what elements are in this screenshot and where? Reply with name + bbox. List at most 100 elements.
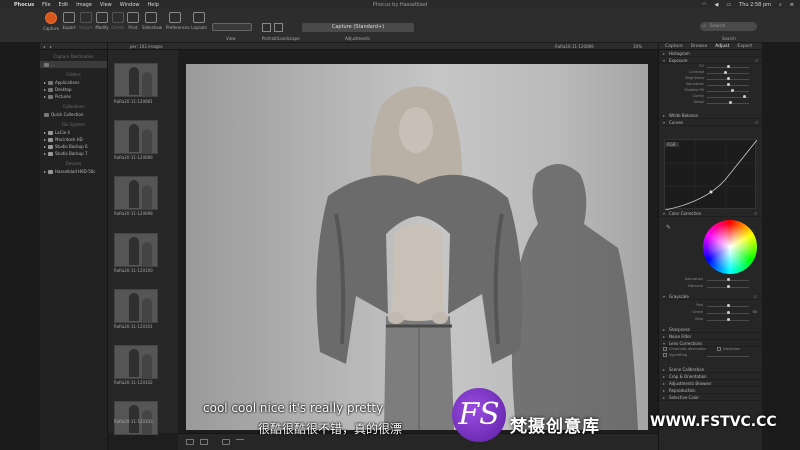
checkbox-icon[interactable]	[717, 347, 721, 351]
curves-graph[interactable]	[664, 139, 758, 211]
slider-knob[interactable]	[726, 83, 730, 86]
tool-white-balance[interactable]: ▸ White Balance	[659, 112, 762, 119]
thumbnail[interactable]	[114, 401, 158, 435]
capture-button[interactable]: Capture	[42, 12, 60, 31]
adjustments-select[interactable]: Capture (Standard+)	[302, 23, 414, 32]
main-photo[interactable]	[186, 64, 648, 430]
disclosure-triangle-icon[interactable]: ▸	[663, 51, 667, 56]
disclosure-triangle-icon[interactable]: ▸	[663, 367, 667, 372]
control-center-icon[interactable]: ≡	[790, 2, 794, 8]
layouts-button[interactable]: Layouts	[190, 12, 208, 30]
capture-destination-item[interactable]: ...	[40, 61, 107, 68]
thumbnail[interactable]	[114, 345, 158, 379]
tab-browse[interactable]: Browse	[691, 44, 707, 49]
tab-capture[interactable]: Capture	[665, 44, 683, 49]
straighten-tool-icon[interactable]	[236, 439, 244, 445]
tool-histogram[interactable]: ▸ Histogram	[659, 50, 762, 57]
print-button[interactable]: Print	[124, 12, 142, 30]
slider-knob[interactable]	[727, 285, 730, 288]
disclosure-triangle-icon[interactable]: ▸	[44, 130, 46, 135]
slider-knob[interactable]	[727, 318, 730, 321]
slider-knob[interactable]	[726, 65, 730, 68]
tool-color-correction[interactable]: ▾ Color Correction ↺	[659, 210, 761, 217]
tool-sharpness[interactable]: ▸ Sharpness	[659, 326, 761, 333]
view-switcher[interactable]	[212, 23, 252, 31]
crop-tool-icon[interactable]	[222, 439, 230, 445]
lens-option-vignetting[interactable]: Vignetting	[659, 353, 761, 359]
spotlight-icon[interactable]: ⌕	[779, 2, 782, 8]
reset-icon[interactable]: ↺	[754, 211, 757, 216]
curves-channel-select[interactable]: RGB	[664, 142, 679, 147]
disclosure-triangle-icon[interactable]: ▸	[663, 113, 667, 118]
preferences-button[interactable]: Preferences	[166, 12, 190, 30]
disclosure-triangle-icon[interactable]: ▸	[44, 144, 46, 149]
thumbnail[interactable]	[114, 233, 158, 267]
folder-item-desktop[interactable]: ▸ Desktop	[40, 86, 107, 93]
disclosure-triangle-icon[interactable]: ▾	[663, 120, 667, 125]
folder-item-pictures[interactable]: ▸ Pictures	[40, 93, 107, 100]
disclosure-triangle-icon[interactable]: ▸	[663, 327, 667, 332]
slider-track[interactable]	[707, 73, 749, 74]
reset-icon[interactable]: ↺	[755, 120, 758, 125]
disclosure-triangle-icon[interactable]: ▸	[44, 87, 46, 92]
color-wheel[interactable]	[703, 220, 757, 274]
disk-item-macintosh-hd[interactable]: ▸ Macintosh HD	[40, 136, 107, 143]
lens-option-distortion[interactable]: Distortion	[717, 347, 740, 351]
volume-icon[interactable]: ◀	[715, 2, 719, 8]
slider-track[interactable]	[707, 91, 749, 92]
wifi-icon[interactable]: ◠	[702, 2, 706, 8]
tool-grayscale[interactable]: ▾ Grayscale ☑	[659, 293, 761, 300]
folder-item-applications[interactable]: ▸ Applications	[40, 79, 107, 86]
disclosure-triangle-icon[interactable]: ▸	[663, 334, 667, 339]
tool-scene-calibration[interactable]: ▸ Scene Calibration	[659, 366, 761, 373]
disclosure-triangle-icon[interactable]: ▸	[44, 80, 46, 85]
slider-knob[interactable]	[728, 101, 732, 104]
checkbox-icon[interactable]	[663, 353, 667, 357]
back-arrow-icon[interactable]: ◂	[43, 44, 45, 49]
menu-file[interactable]: File	[42, 2, 50, 8]
checkbox-icon[interactable]	[663, 347, 667, 351]
slideshow-button[interactable]: Slideshow	[142, 12, 162, 30]
disclosure-triangle-icon[interactable]: ▸	[44, 169, 46, 174]
slider-knob[interactable]	[727, 304, 730, 307]
portrait-icon[interactable]	[262, 23, 271, 32]
slider-cc-vibrance[interactable]: Vibrance	[659, 284, 761, 290]
disk-item-studio-backup-6[interactable]: ▸ Studio Backup 6	[40, 143, 107, 150]
thumbnail[interactable]	[114, 63, 158, 97]
search-input[interactable]: ⌕ Search	[700, 22, 757, 31]
slider-knob[interactable]	[730, 89, 734, 92]
menu-app-name[interactable]: Phocus	[14, 2, 34, 8]
export-button[interactable]: Export	[60, 12, 78, 30]
tool-curves[interactable]: ▾ Curves ↺	[659, 119, 762, 126]
tool-lens-corrections[interactable]: ▾ Lens Corrections	[659, 340, 761, 347]
forward-arrow-icon[interactable]: ▸	[50, 44, 52, 49]
battery-icon[interactable]: ▭	[726, 2, 731, 8]
image-viewer[interactable]	[178, 50, 658, 433]
thumbnail[interactable]	[114, 120, 158, 154]
tool-noise-filter[interactable]: ▸ Noise Filter	[659, 333, 761, 340]
disclosure-triangle-icon[interactable]: ▾	[663, 341, 667, 346]
checkbox-icon[interactable]: ☑	[753, 294, 757, 299]
slider-knob[interactable]	[727, 311, 730, 314]
disclosure-triangle-icon[interactable]: ▸	[44, 94, 46, 99]
slider-cc-saturation[interactable]: Saturation	[659, 277, 761, 283]
disclosure-triangle-icon[interactable]: ▾	[663, 211, 667, 216]
slider-gray-blue[interactable]: Blue	[659, 317, 761, 323]
tab-export[interactable]: Export	[737, 44, 752, 49]
disclosure-triangle-icon[interactable]: ▾	[663, 294, 667, 299]
menu-view[interactable]: View	[100, 2, 112, 8]
slider-gray-green[interactable]: Green 50	[659, 310, 761, 316]
slider-track[interactable]	[707, 103, 749, 104]
disclosure-triangle-icon[interactable]: ▾	[663, 58, 667, 63]
disclosure-triangle-icon[interactable]: ▸	[663, 374, 667, 379]
menu-edit[interactable]: Edit	[59, 2, 69, 8]
tool-crop-orientation[interactable]: ▸ Crop & Orientation	[659, 373, 761, 380]
landscape-icon[interactable]	[274, 23, 283, 32]
tool-exposure[interactable]: ▾ Exposure ↺	[659, 57, 762, 64]
slider-knob[interactable]	[727, 278, 730, 281]
vignetting-checkbox[interactable]: Vignetting	[663, 353, 687, 357]
menu-help[interactable]: Help	[148, 2, 159, 8]
slider-track[interactable]	[707, 356, 749, 357]
slider-knob[interactable]	[726, 77, 730, 80]
collection-item-quick[interactable]: Quick Collection	[40, 111, 107, 118]
